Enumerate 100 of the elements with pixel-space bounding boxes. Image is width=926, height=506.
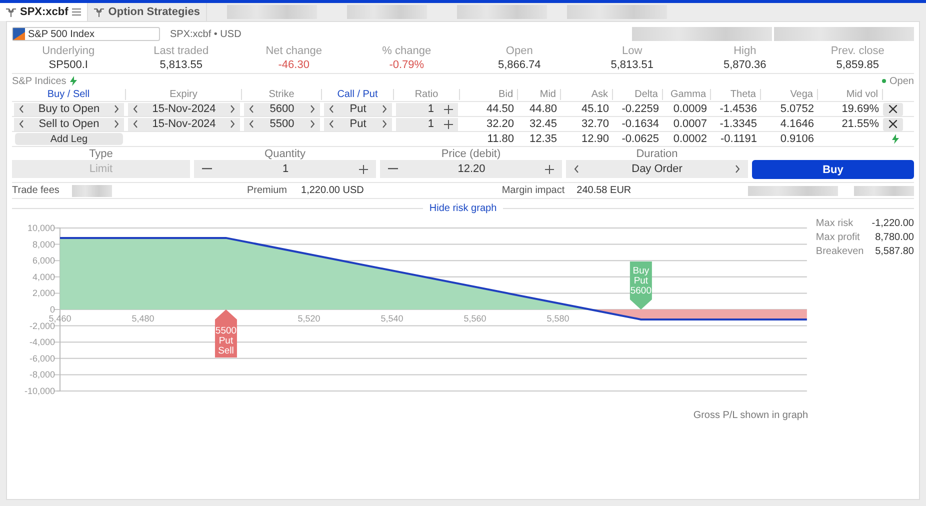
table-cell-text: 0.9106 xyxy=(779,133,815,145)
table-cell-text: 12.35 xyxy=(528,133,558,145)
quote-label: Low xyxy=(622,45,642,57)
table-cell-text: 0.0007 xyxy=(672,118,708,130)
field-label: Duration xyxy=(635,148,679,160)
table-cell-text: -1.4536 xyxy=(718,103,758,115)
blurred-value xyxy=(854,186,914,196)
table-cell-text: -0.1634 xyxy=(620,118,660,130)
remove-button[interactable] xyxy=(883,102,903,116)
add-leg-button[interactable]: Add Leg xyxy=(15,133,123,145)
margin-value: 240.58 EUR xyxy=(576,185,632,196)
remove-button[interactable] xyxy=(883,118,903,130)
plus-icon[interactable] xyxy=(444,104,453,114)
column-header: Ratio xyxy=(394,89,460,100)
hide-graph-link[interactable]: Hide risk graph xyxy=(429,203,497,214)
quote-value: 5,859.85 xyxy=(836,59,880,71)
table-cell-text: 32.20 xyxy=(485,118,515,130)
close-icon xyxy=(889,120,897,128)
column-header: Gamma xyxy=(663,89,711,100)
premium-value: 1,220.00 USD xyxy=(301,185,364,196)
plus-icon[interactable] xyxy=(444,120,453,128)
quote-label: Last traded xyxy=(154,45,209,57)
quote-value: -0.79% xyxy=(389,59,424,71)
table-cell-text: -0.0625 xyxy=(620,133,660,145)
table-cell-text: 12.90 xyxy=(580,133,610,145)
options-icon xyxy=(94,8,104,16)
instrument-field[interactable]: S&P 500 Index xyxy=(12,27,160,41)
quote-label: Net change xyxy=(266,45,322,57)
table-cell-text: 32.45 xyxy=(528,118,558,130)
option-type-selector[interactable]: Put xyxy=(324,118,392,130)
sell-marker: 5500 Put Sell xyxy=(214,310,237,358)
quote-value: 5,813.55 xyxy=(160,59,203,71)
side-selector[interactable]: Sell to Open xyxy=(14,118,124,130)
table-cell-text: 5.0752 xyxy=(779,103,815,115)
ratio-field[interactable]: 1 xyxy=(396,102,458,116)
duration-selector[interactable]: Day Order xyxy=(566,160,748,178)
table-cell-text: 0.0002 xyxy=(672,133,708,145)
stat-value: -1,220.00 xyxy=(872,218,914,229)
annotation: 5500 Put Sell xyxy=(215,326,237,356)
field-label: Quantity xyxy=(264,148,306,160)
fees-label: Trade fees xyxy=(12,185,60,196)
axis-label: 4,000 xyxy=(32,272,55,282)
option-type-selector[interactable]: Put xyxy=(324,102,392,116)
table-cell-text: 19.69% xyxy=(840,103,880,115)
quote-value: SP500.I xyxy=(48,59,88,71)
axis-label: 5,520 xyxy=(298,314,320,324)
side-selector[interactable]: Buy to Open xyxy=(14,102,124,116)
buy-marker: Buy Put 5600 xyxy=(630,262,652,310)
buy-button[interactable]: Buy xyxy=(752,160,914,179)
blurred-value xyxy=(72,184,112,196)
close-icon xyxy=(889,105,897,113)
axis-label: -2,000 xyxy=(30,320,55,331)
quantity-field[interactable]: 1 xyxy=(194,160,376,178)
minus-icon[interactable] xyxy=(202,168,212,170)
chevron-right-icon[interactable] xyxy=(735,165,740,173)
price-field[interactable]: 12.20 xyxy=(380,160,562,178)
index-logo-icon xyxy=(13,28,25,40)
table-cell-text: 0.0009 xyxy=(672,103,708,115)
column-header[interactable]: Call / Put xyxy=(322,89,394,100)
column-header: Bid xyxy=(460,89,518,100)
table-cell-text: 32.70 xyxy=(580,118,610,130)
table-cell-text: -0.2259 xyxy=(620,103,660,115)
column-header[interactable]: Buy / Sell xyxy=(12,89,126,100)
expiry-selector[interactable]: 15-Nov-2024 xyxy=(128,102,240,116)
table-cell-text: 11.80 xyxy=(486,133,515,145)
axis-label: 10,000 xyxy=(28,223,55,233)
annotation: Buy Put 5600 xyxy=(630,266,652,296)
table-cell-text: 4.1646 xyxy=(779,118,815,130)
graph-note: Gross P/L shown in graph xyxy=(692,410,808,421)
table-cell-text: -1.3345 xyxy=(718,118,758,130)
axis-label: 5,540 xyxy=(380,314,404,324)
column-header: Ask xyxy=(561,89,613,100)
lightning-icon xyxy=(892,134,899,144)
axis-label: 2,000 xyxy=(32,288,55,298)
tab[interactable]: SPX:xcbf xyxy=(0,3,88,21)
strike-selector[interactable]: 5500 xyxy=(244,118,320,130)
ratio-field[interactable]: 1 xyxy=(396,118,458,130)
axis-label: 5,480 xyxy=(132,314,154,324)
axis-label: 6,000 xyxy=(32,256,55,266)
lightning-icon xyxy=(70,76,78,86)
axis-label: -10,000 xyxy=(24,386,55,396)
column-header: Vega xyxy=(761,89,818,100)
minus-icon[interactable] xyxy=(388,168,398,170)
plus-icon[interactable] xyxy=(359,164,368,174)
column-header: Mid xyxy=(518,89,561,100)
margin-label: Margin impact xyxy=(502,185,565,196)
table-cell-text: 45.10 xyxy=(580,103,610,115)
quote-label: Underlying xyxy=(42,45,95,57)
chevron-left-icon[interactable] xyxy=(574,165,579,173)
quote-label: % change xyxy=(382,45,432,57)
plus-icon[interactable] xyxy=(545,164,554,174)
quote-value: 5,866.74 xyxy=(498,59,541,71)
menu-icon[interactable] xyxy=(72,8,82,16)
strike-selector[interactable]: 5600 xyxy=(244,102,320,116)
axis-label: -4,000 xyxy=(30,337,55,348)
table-cell-text: 44.50 xyxy=(485,103,515,115)
column-header: Theta xyxy=(711,89,761,100)
stat-label: Breakeven xyxy=(816,246,864,257)
expiry-selector[interactable]: 15-Nov-2024 xyxy=(128,118,240,130)
premium-label: Premium xyxy=(247,185,288,196)
